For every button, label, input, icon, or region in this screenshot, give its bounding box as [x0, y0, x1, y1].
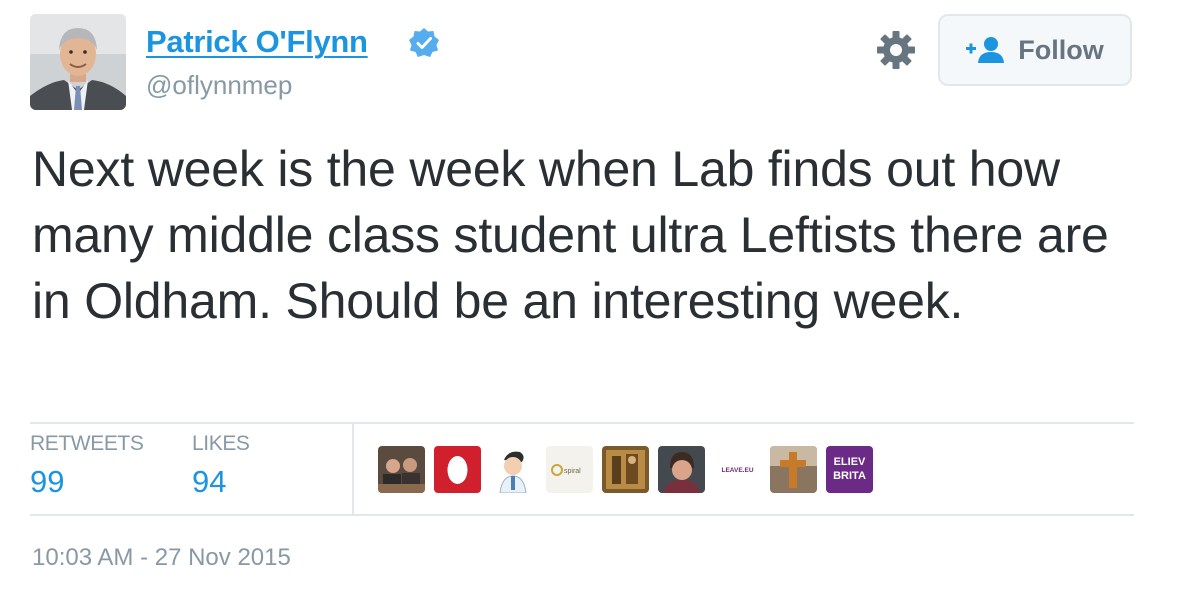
author-name[interactable]: Patrick O'Flynn	[146, 24, 368, 60]
gear-icon[interactable]	[876, 30, 916, 70]
verified-badge-icon	[409, 28, 439, 57]
liker-avatar[interactable]	[378, 446, 425, 493]
add-user-icon	[966, 37, 1005, 63]
stats-divider	[352, 424, 354, 514]
liker-avatar[interactable]	[602, 446, 649, 493]
liker-logo-text: ELIEV	[834, 456, 866, 468]
liker-photo	[658, 446, 705, 493]
liker-photo	[378, 446, 425, 493]
liker-logo-text: LEAVE.EU	[721, 467, 753, 474]
stats-bottom-divider	[30, 514, 1134, 516]
liker-cartoon	[490, 446, 537, 493]
liker-logo-text: spiral	[564, 468, 581, 475]
liker-avatar[interactable]: spiral	[546, 446, 593, 493]
retweets-stat[interactable]: RETWEETS 99	[30, 432, 144, 500]
tweet-stats: RETWEETS 99 LIKES 94 spiral LEAVE.EU ELI…	[30, 424, 1134, 514]
liker-logo-red	[434, 446, 481, 493]
liker-painting	[602, 446, 649, 493]
liker-avatars: spiral LEAVE.EU ELIEV BRITA	[378, 446, 873, 493]
liker-avatar[interactable]: ELIEV BRITA	[826, 446, 873, 493]
liker-logo-believe: ELIEV BRITA	[826, 446, 873, 493]
author-avatar[interactable]	[30, 14, 126, 110]
follow-button[interactable]: Follow	[938, 14, 1132, 86]
liker-avatar[interactable]	[434, 446, 481, 493]
liker-avatar[interactable]	[658, 446, 705, 493]
tweet-text: Next week is the week when Lab finds out…	[32, 141, 1109, 329]
liker-avatar[interactable]: LEAVE.EU	[714, 446, 761, 493]
author-handle[interactable]: @oflynnmep	[146, 70, 292, 101]
follow-button-label: Follow	[1018, 34, 1104, 65]
liker-photo-cross	[770, 446, 817, 493]
likes-label: LIKES	[192, 432, 250, 455]
tweet-timestamp[interactable]: 10:03 AM - 27 Nov 2015	[32, 544, 291, 572]
liker-avatar[interactable]	[770, 446, 817, 493]
liker-logo-spiral: spiral	[546, 446, 593, 493]
retweets-label: RETWEETS	[30, 432, 144, 455]
retweets-count: 99	[30, 464, 65, 499]
author-photo	[30, 14, 126, 110]
liker-logo-text: BRITA	[833, 470, 866, 482]
liker-avatar[interactable]	[490, 446, 537, 493]
likes-stat[interactable]: LIKES 94	[192, 432, 250, 500]
liker-logo-leave: LEAVE.EU	[714, 446, 761, 493]
likes-count: 94	[192, 464, 227, 499]
